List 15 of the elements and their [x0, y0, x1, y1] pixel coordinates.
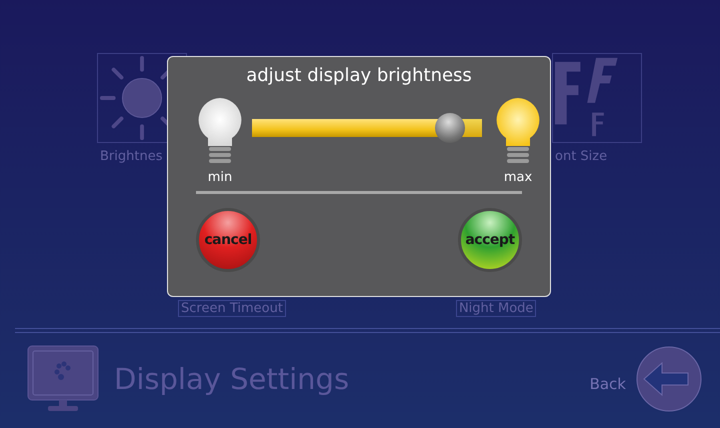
slider-thumb[interactable]: [434, 112, 465, 142]
monitor-icon: [26, 344, 100, 414]
font-size-icon[interactable]: [552, 53, 642, 143]
dialog-title: adjust display brightness: [246, 65, 472, 86]
sun-icon[interactable]: [97, 53, 187, 143]
accept-button[interactable]: accept: [458, 208, 522, 272]
slider-label: max: [504, 170, 532, 185]
cancel-button[interactable]: cancel: [196, 208, 260, 272]
tile-label: ont Size: [555, 149, 608, 164]
slider-label: min: [208, 170, 232, 185]
tile-label: Brightnes: [100, 149, 162, 164]
menu-label[interactable]: Screen Timeout: [178, 300, 286, 317]
menu-label[interactable]: Night Mode: [456, 300, 536, 317]
page-title: Display Settings: [114, 362, 350, 396]
back-label: Back: [590, 375, 626, 393]
